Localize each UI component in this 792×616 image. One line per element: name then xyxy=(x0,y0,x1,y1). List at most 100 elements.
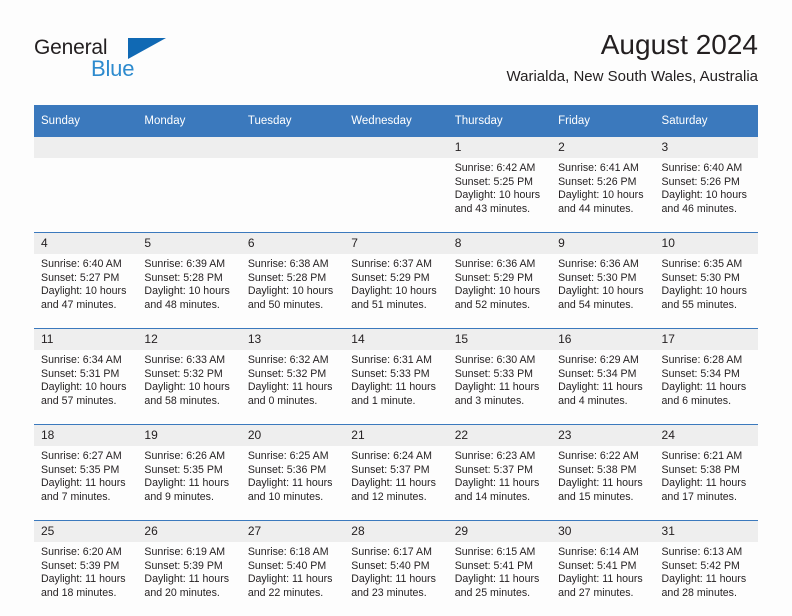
day-cell[interactable]: 18Sunrise: 6:27 AMSunset: 5:35 PMDayligh… xyxy=(34,425,137,521)
day-cell[interactable]: 26Sunrise: 6:19 AMSunset: 5:39 PMDayligh… xyxy=(137,521,240,616)
day-cell[interactable]: 10Sunrise: 6:35 AMSunset: 5:30 PMDayligh… xyxy=(655,233,758,329)
daylight-text-line1: Daylight: 10 hours xyxy=(455,285,545,299)
day-number: 23 xyxy=(551,425,654,446)
day-number xyxy=(34,137,137,158)
sunset-text: Sunset: 5:36 PM xyxy=(248,464,338,478)
day-number: 3 xyxy=(655,137,758,158)
day-cell[interactable]: 24Sunrise: 6:21 AMSunset: 5:38 PMDayligh… xyxy=(655,425,758,521)
calendar-week-row: 25Sunrise: 6:20 AMSunset: 5:39 PMDayligh… xyxy=(34,521,758,616)
sunrise-text: Sunrise: 6:42 AM xyxy=(455,162,545,176)
day-details: Sunrise: 6:36 AMSunset: 5:30 PMDaylight:… xyxy=(551,254,654,328)
sunrise-text: Sunrise: 6:14 AM xyxy=(558,546,648,560)
day-cell[interactable]: 15Sunrise: 6:30 AMSunset: 5:33 PMDayligh… xyxy=(448,329,551,425)
day-details: Sunrise: 6:36 AMSunset: 5:29 PMDaylight:… xyxy=(448,254,551,328)
brand-logo[interactable]: General Blue xyxy=(34,36,254,94)
day-details xyxy=(241,158,344,232)
sunrise-text: Sunrise: 6:15 AM xyxy=(455,546,545,560)
day-details: Sunrise: 6:40 AMSunset: 5:26 PMDaylight:… xyxy=(655,158,758,232)
day-details: Sunrise: 6:34 AMSunset: 5:31 PMDaylight:… xyxy=(34,350,137,424)
title-block: August 2024 Warialda, New South Wales, A… xyxy=(507,28,759,88)
sunrise-text: Sunrise: 6:25 AM xyxy=(248,450,338,464)
day-cell[interactable]: 21Sunrise: 6:24 AMSunset: 5:37 PMDayligh… xyxy=(344,425,447,521)
daylight-text-line1: Daylight: 10 hours xyxy=(41,285,131,299)
day-cell[interactable]: 2Sunrise: 6:41 AMSunset: 5:26 PMDaylight… xyxy=(551,137,654,233)
day-cell[interactable]: 29Sunrise: 6:15 AMSunset: 5:41 PMDayligh… xyxy=(448,521,551,616)
daylight-text-line1: Daylight: 10 hours xyxy=(351,285,441,299)
sunrise-text: Sunrise: 6:40 AM xyxy=(41,258,131,272)
sunrise-text: Sunrise: 6:28 AM xyxy=(662,354,752,368)
daylight-text-line1: Daylight: 11 hours xyxy=(558,381,648,395)
daylight-text-line1: Daylight: 11 hours xyxy=(455,381,545,395)
day-cell[interactable]: 1Sunrise: 6:42 AMSunset: 5:25 PMDaylight… xyxy=(448,137,551,233)
day-number: 15 xyxy=(448,329,551,350)
day-cell[interactable]: 19Sunrise: 6:26 AMSunset: 5:35 PMDayligh… xyxy=(137,425,240,521)
day-cell[interactable]: 6Sunrise: 6:38 AMSunset: 5:28 PMDaylight… xyxy=(241,233,344,329)
sunset-text: Sunset: 5:38 PM xyxy=(662,464,752,478)
sunset-text: Sunset: 5:33 PM xyxy=(351,368,441,382)
daylight-text-line1: Daylight: 11 hours xyxy=(248,573,338,587)
day-cell[interactable]: 22Sunrise: 6:23 AMSunset: 5:37 PMDayligh… xyxy=(448,425,551,521)
sunrise-text: Sunrise: 6:30 AM xyxy=(455,354,545,368)
day-number xyxy=(344,137,447,158)
daylight-text-line2: and 0 minutes. xyxy=(248,395,338,409)
day-details: Sunrise: 6:22 AMSunset: 5:38 PMDaylight:… xyxy=(551,446,654,520)
day-cell[interactable]: 28Sunrise: 6:17 AMSunset: 5:40 PMDayligh… xyxy=(344,521,447,616)
day-cell[interactable]: 11Sunrise: 6:34 AMSunset: 5:31 PMDayligh… xyxy=(34,329,137,425)
sunset-text: Sunset: 5:33 PM xyxy=(455,368,545,382)
daylight-text-line2: and 57 minutes. xyxy=(41,395,131,409)
day-number: 25 xyxy=(34,521,137,542)
day-cell[interactable] xyxy=(241,137,344,233)
daylight-text-line2: and 47 minutes. xyxy=(41,299,131,313)
sunset-text: Sunset: 5:29 PM xyxy=(351,272,441,286)
day-cell[interactable]: 16Sunrise: 6:29 AMSunset: 5:34 PMDayligh… xyxy=(551,329,654,425)
sunset-text: Sunset: 5:30 PM xyxy=(662,272,752,286)
day-cell[interactable]: 7Sunrise: 6:37 AMSunset: 5:29 PMDaylight… xyxy=(344,233,447,329)
day-cell[interactable]: 3Sunrise: 6:40 AMSunset: 5:26 PMDaylight… xyxy=(655,137,758,233)
day-cell[interactable] xyxy=(34,137,137,233)
day-cell[interactable]: 30Sunrise: 6:14 AMSunset: 5:41 PMDayligh… xyxy=(551,521,654,616)
day-details: Sunrise: 6:42 AMSunset: 5:25 PMDaylight:… xyxy=(448,158,551,232)
day-cell[interactable]: 25Sunrise: 6:20 AMSunset: 5:39 PMDayligh… xyxy=(34,521,137,616)
sunrise-text: Sunrise: 6:36 AM xyxy=(558,258,648,272)
day-details xyxy=(137,158,240,232)
calendar-week-row: 1Sunrise: 6:42 AMSunset: 5:25 PMDaylight… xyxy=(34,137,758,233)
day-cell[interactable]: 27Sunrise: 6:18 AMSunset: 5:40 PMDayligh… xyxy=(241,521,344,616)
day-details: Sunrise: 6:25 AMSunset: 5:36 PMDaylight:… xyxy=(241,446,344,520)
day-cell[interactable]: 17Sunrise: 6:28 AMSunset: 5:34 PMDayligh… xyxy=(655,329,758,425)
day-details: Sunrise: 6:35 AMSunset: 5:30 PMDaylight:… xyxy=(655,254,758,328)
day-cell[interactable]: 13Sunrise: 6:32 AMSunset: 5:32 PMDayligh… xyxy=(241,329,344,425)
day-number: 2 xyxy=(551,137,654,158)
day-cell[interactable]: 4Sunrise: 6:40 AMSunset: 5:27 PMDaylight… xyxy=(34,233,137,329)
daylight-text-line1: Daylight: 10 hours xyxy=(41,381,131,395)
calendar-week-row: 11Sunrise: 6:34 AMSunset: 5:31 PMDayligh… xyxy=(34,329,758,425)
day-details: Sunrise: 6:23 AMSunset: 5:37 PMDaylight:… xyxy=(448,446,551,520)
calendar-table: Sunday Monday Tuesday Wednesday Thursday… xyxy=(34,105,758,616)
day-cell[interactable]: 5Sunrise: 6:39 AMSunset: 5:28 PMDaylight… xyxy=(137,233,240,329)
daylight-text-line1: Daylight: 11 hours xyxy=(144,477,234,491)
sunrise-text: Sunrise: 6:32 AM xyxy=(248,354,338,368)
daylight-text-line2: and 10 minutes. xyxy=(248,491,338,505)
sunset-text: Sunset: 5:37 PM xyxy=(455,464,545,478)
day-cell[interactable]: 12Sunrise: 6:33 AMSunset: 5:32 PMDayligh… xyxy=(137,329,240,425)
daylight-text-line1: Daylight: 11 hours xyxy=(662,573,752,587)
day-cell[interactable]: 14Sunrise: 6:31 AMSunset: 5:33 PMDayligh… xyxy=(344,329,447,425)
sunrise-text: Sunrise: 6:21 AM xyxy=(662,450,752,464)
sunrise-text: Sunrise: 6:35 AM xyxy=(662,258,752,272)
day-cell[interactable] xyxy=(344,137,447,233)
day-cell[interactable]: 31Sunrise: 6:13 AMSunset: 5:42 PMDayligh… xyxy=(655,521,758,616)
daylight-text-line2: and 25 minutes. xyxy=(455,587,545,601)
day-cell[interactable]: 8Sunrise: 6:36 AMSunset: 5:29 PMDaylight… xyxy=(448,233,551,329)
daylight-text-line1: Daylight: 10 hours xyxy=(662,285,752,299)
day-number: 1 xyxy=(448,137,551,158)
day-cell[interactable] xyxy=(137,137,240,233)
sunrise-text: Sunrise: 6:22 AM xyxy=(558,450,648,464)
day-cell[interactable]: 9Sunrise: 6:36 AMSunset: 5:30 PMDaylight… xyxy=(551,233,654,329)
sunset-text: Sunset: 5:35 PM xyxy=(144,464,234,478)
daylight-text-line2: and 27 minutes. xyxy=(558,587,648,601)
day-cell[interactable]: 20Sunrise: 6:25 AMSunset: 5:36 PMDayligh… xyxy=(241,425,344,521)
day-details: Sunrise: 6:30 AMSunset: 5:33 PMDaylight:… xyxy=(448,350,551,424)
day-cell[interactable]: 23Sunrise: 6:22 AMSunset: 5:38 PMDayligh… xyxy=(551,425,654,521)
day-number: 14 xyxy=(344,329,447,350)
day-number: 16 xyxy=(551,329,654,350)
sunset-text: Sunset: 5:27 PM xyxy=(41,272,131,286)
